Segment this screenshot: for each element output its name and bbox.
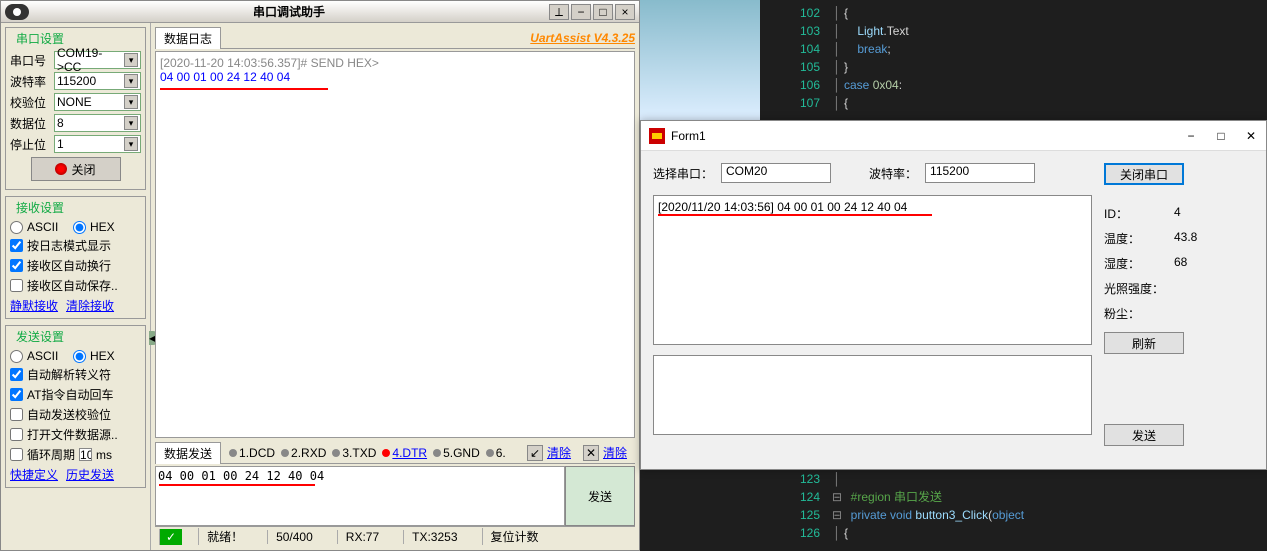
close-port-button[interactable]: 关闭: [31, 157, 121, 181]
pin-icon[interactable]: ⟂: [549, 4, 569, 20]
underline-annotation: [160, 88, 328, 90]
form1-send-input[interactable]: [653, 355, 1092, 435]
log-area[interactable]: [2020-11-20 14:03:56.357]# SEND HEX> 04 …: [155, 51, 635, 438]
port-settings: 串口设置 串口号COM19->CC▾ 波特率115200▾ 校验位NONE▾ 数…: [5, 27, 146, 190]
data-log-tab[interactable]: 数据日志: [155, 27, 221, 49]
rxd-dot-icon: [281, 449, 289, 457]
recv-hex-radio[interactable]: [73, 221, 86, 234]
baud-select[interactable]: 115200▾: [54, 72, 141, 90]
uart-assist-window: 串口调试助手 ⟂ − □ × 串口设置 串口号COM19->CC▾ 波特率115…: [0, 0, 640, 551]
id-label: ID：: [1104, 205, 1174, 222]
atcmd-check[interactable]: [10, 388, 23, 401]
send-settings: 发送设置 ASCII HEX 自动解析转义符 AT指令自动回车 自动发送校验位 …: [5, 325, 146, 488]
chevron-down-icon[interactable]: ▾: [124, 74, 138, 88]
clear-send-link2[interactable]: 清除: [603, 444, 627, 461]
form1-icon: [649, 128, 665, 144]
history-link[interactable]: 历史发送: [66, 468, 114, 482]
clear2-icon-button[interactable]: ✕: [583, 445, 599, 461]
underline-annotation: [658, 214, 932, 216]
title-bar[interactable]: 串口调试助手 ⟂ − □ ×: [1, 1, 639, 23]
autosave-check[interactable]: [10, 279, 23, 292]
left-panel: 串口设置 串口号COM19->CC▾ 波特率115200▾ 校验位NONE▾ 数…: [1, 23, 151, 550]
send-hex-radio[interactable]: [73, 350, 86, 363]
chevron-down-icon[interactable]: ▾: [124, 95, 138, 109]
status-rx: RX:77: [337, 530, 387, 544]
txd-dot-icon: [332, 449, 340, 457]
clear-send-link[interactable]: 清除: [547, 444, 571, 461]
baud-label: 波特率：: [869, 165, 917, 182]
temp-value: 43.8: [1174, 230, 1254, 247]
window-title: 串口调试助手: [29, 3, 549, 20]
clear-icon-button[interactable]: ↙: [527, 445, 543, 461]
data-send-tab[interactable]: 数据发送: [155, 442, 221, 464]
close-port-button[interactable]: 关闭串口: [1104, 163, 1184, 185]
red-dot-icon: [55, 163, 67, 175]
humi-value: 68: [1174, 255, 1254, 272]
form1-log[interactable]: [2020/11/20 14:03:56] 04 00 01 00 24 12 …: [653, 195, 1092, 345]
minimize-button[interactable]: −: [1184, 129, 1198, 143]
send-button[interactable]: 发送: [565, 466, 635, 526]
desktop-bg: [640, 0, 760, 120]
chevron-down-icon[interactable]: ▾: [124, 116, 138, 130]
temp-label: 温度：: [1104, 230, 1174, 247]
refresh-button[interactable]: 刷新: [1104, 332, 1184, 354]
right-panel: 数据日志 UartAssist V4.3.25 [2020-11-20 14:0…: [151, 23, 639, 550]
status-ok-icon: ✓: [159, 529, 182, 545]
clear-recv-link[interactable]: 清除接收: [66, 299, 114, 313]
underline-annotation: [159, 484, 315, 486]
port-select[interactable]: COM19->CC▾: [54, 51, 141, 69]
status-bar: ✓ 就绪！ 50/400 RX:77 TX:3253 复位计数: [155, 526, 635, 546]
gnd-dot-icon: [433, 449, 441, 457]
form1-titlebar[interactable]: Form1 − □ ✕: [641, 121, 1266, 151]
dtr-dot-icon: [382, 449, 390, 457]
chevron-down-icon[interactable]: ▾: [124, 53, 138, 67]
autocheck-check[interactable]: [10, 408, 23, 421]
close-button[interactable]: ✕: [1244, 129, 1258, 143]
recv-ascii-radio[interactable]: [10, 221, 23, 234]
status-count: 50/400: [267, 530, 321, 544]
dtr-link[interactable]: 4.DTR: [392, 446, 427, 460]
id-value: 4: [1174, 205, 1254, 222]
brand-label: UartAssist V4.3.25: [530, 31, 635, 45]
light-label: 光照强度：: [1104, 280, 1174, 297]
form1-title: Form1: [671, 129, 706, 143]
baud-combobox[interactable]: 115200: [925, 163, 1035, 183]
maximize-button[interactable]: □: [593, 4, 613, 20]
close-button[interactable]: ×: [615, 4, 635, 20]
cycle-check[interactable]: [10, 448, 23, 461]
form1-window: Form1 − □ ✕ 选择串口： COM20 波特率： 115200 [202…: [640, 120, 1267, 470]
autowrap-check[interactable]: [10, 259, 23, 272]
status-tx: TX:3253: [403, 530, 465, 544]
status-ready: 就绪！: [198, 528, 251, 545]
escape-check[interactable]: [10, 368, 23, 381]
openfile-check[interactable]: [10, 428, 23, 441]
status-reset[interactable]: 复位计数: [482, 528, 547, 545]
recv-settings: 接收设置 ASCII HEX 按日志模式显示 接收区自动换行 接收区自动保存..…: [5, 196, 146, 319]
light-value: [1174, 280, 1254, 297]
port-label: 选择串口：: [653, 165, 713, 182]
cycle-input[interactable]: [79, 448, 92, 461]
send-button[interactable]: 发送: [1104, 424, 1184, 446]
send-ascii-radio[interactable]: [10, 350, 23, 363]
shortcut-link[interactable]: 快捷定义: [10, 468, 58, 482]
maximize-button[interactable]: □: [1214, 129, 1228, 143]
databits-select[interactable]: 8▾: [54, 114, 141, 132]
stopbits-select[interactable]: 1▾: [54, 135, 141, 153]
minimize-button[interactable]: −: [571, 4, 591, 20]
chevron-down-icon[interactable]: ▾: [124, 137, 138, 151]
logmode-check[interactable]: [10, 239, 23, 252]
silent-recv-link[interactable]: 静默接收: [10, 299, 58, 313]
send-input[interactable]: [155, 466, 565, 526]
port-combobox[interactable]: COM20: [721, 163, 831, 183]
app-icon: [5, 4, 29, 20]
sig6-dot-icon: [486, 449, 494, 457]
dust-label: 粉尘：: [1104, 305, 1174, 322]
humi-label: 湿度：: [1104, 255, 1174, 272]
dcd-dot-icon: [229, 449, 237, 457]
dust-value: [1174, 305, 1254, 322]
parity-select[interactable]: NONE▾: [54, 93, 141, 111]
